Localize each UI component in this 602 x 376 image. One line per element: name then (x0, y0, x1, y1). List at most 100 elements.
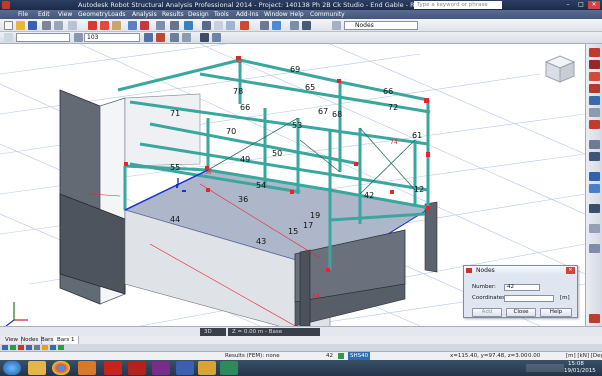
selection-filter-icon[interactable] (74, 33, 83, 42)
menu-add-ins[interactable]: Add-Ins (236, 10, 258, 19)
print-icon[interactable] (42, 21, 51, 30)
bars-tool-icon[interactable] (589, 60, 600, 69)
close-button[interactable]: Close (506, 308, 536, 317)
app-taskbar-icon[interactable] (176, 361, 194, 375)
display-tool-icon[interactable] (589, 244, 600, 253)
view-cube[interactable] (544, 55, 576, 83)
menu-tools[interactable]: Tools (214, 10, 229, 19)
cut-icon[interactable] (88, 21, 97, 30)
selection-combo[interactable]: 103 (84, 33, 140, 42)
panels-tool-icon[interactable] (589, 152, 600, 161)
save-icon[interactable] (28, 21, 37, 30)
number-field[interactable]: 42 (504, 284, 540, 291)
offsets-tool-icon[interactable] (589, 120, 600, 129)
tables-tool-icon[interactable] (589, 224, 600, 233)
display-params-icon[interactable] (200, 33, 209, 42)
view-3d-icon[interactable] (212, 33, 221, 42)
close-icon[interactable]: ✕ (588, 1, 600, 9)
loads-tool-icon[interactable] (589, 172, 600, 181)
menu-results[interactable]: Results (162, 10, 184, 19)
undo-icon[interactable] (128, 21, 137, 30)
clock-time[interactable]: 15:08 (568, 361, 584, 368)
add-button[interactable]: Add (472, 308, 502, 317)
releases-tool-icon[interactable] (589, 108, 600, 117)
selection-type-combo[interactable] (16, 33, 70, 42)
menu-window[interactable]: Window (264, 10, 288, 19)
menu-help[interactable]: Help (290, 10, 304, 19)
explorer-taskbar-icon[interactable] (28, 361, 46, 375)
menu-file[interactable]: File (18, 10, 28, 19)
maximize-icon[interactable]: □ (575, 1, 587, 9)
preview-icon[interactable] (54, 21, 63, 30)
display-option-icon[interactable] (50, 345, 56, 350)
nodes-tool-icon[interactable] (589, 48, 600, 57)
structure-plane-box[interactable]: Z = 0.00 m - Base (228, 328, 320, 336)
delete-icon[interactable] (100, 21, 109, 30)
nodes-dialog-header[interactable]: Nodes ✕ (464, 266, 577, 275)
display-option-icon[interactable] (18, 345, 24, 350)
clock-date[interactable]: 19/01/2015 (564, 368, 596, 375)
display-option-icon[interactable] (42, 345, 48, 350)
autocad-taskbar-icon[interactable] (128, 361, 146, 375)
structure-icon[interactable] (184, 21, 193, 30)
view-layout-combo[interactable]: Nodes (344, 21, 418, 30)
combinations-tool-icon[interactable] (589, 204, 600, 213)
sections-tool-icon[interactable] (589, 84, 600, 93)
measure-icon[interactable] (156, 21, 165, 30)
filter-icon[interactable] (182, 33, 191, 42)
robot-taskbar-icon[interactable] (152, 361, 170, 375)
properties-icon[interactable] (260, 21, 269, 30)
outlook-taskbar-icon[interactable] (78, 361, 96, 375)
menu-design[interactable]: Design (188, 10, 209, 19)
redo-icon[interactable] (140, 21, 149, 30)
load-types-tool-icon[interactable] (589, 184, 600, 193)
menu-loads[interactable]: Loads (108, 10, 126, 19)
display-option-icon[interactable] (26, 345, 32, 350)
menu-community[interactable]: Community (310, 10, 345, 19)
start-button-icon[interactable] (3, 361, 21, 375)
report-icon[interactable] (226, 21, 235, 30)
table-view-icon[interactable] (332, 21, 341, 30)
paste-icon[interactable] (112, 21, 121, 30)
layout-icon[interactable] (240, 21, 249, 30)
new-icon[interactable] (4, 21, 13, 30)
units-status[interactable]: [m] [kN] [Deg] (566, 352, 602, 360)
coordinates-field[interactable] (504, 295, 554, 302)
copy-icon[interactable] (68, 21, 77, 30)
menu-view[interactable]: View (58, 10, 72, 19)
select-all-icon[interactable] (144, 33, 153, 42)
display-option-icon[interactable] (2, 345, 8, 350)
calc-icon[interactable] (202, 21, 211, 30)
grid-icon[interactable] (290, 21, 299, 30)
cables-tool-icon[interactable] (589, 140, 600, 149)
help-button[interactable]: Help (540, 308, 572, 317)
display-icon[interactable] (302, 21, 311, 30)
zoom-window-icon[interactable] (170, 33, 179, 42)
tab-bars-1[interactable]: Bars 1 (54, 336, 79, 344)
minimize-icon[interactable]: – (562, 1, 574, 9)
acrobat-taskbar-icon[interactable] (104, 361, 122, 375)
app-taskbar-icon[interactable] (198, 361, 216, 375)
model-view-icon[interactable] (170, 21, 179, 30)
table-icon[interactable] (214, 21, 223, 30)
menu-edit[interactable]: Edit (38, 10, 50, 19)
open-icon[interactable] (16, 21, 25, 30)
supports-tool-icon[interactable] (589, 72, 600, 81)
menu-analysis[interactable]: Analysis (132, 10, 157, 19)
display-option-icon[interactable] (10, 345, 16, 350)
app-taskbar-icon[interactable] (220, 361, 238, 375)
view-mode-box[interactable]: 3D (200, 328, 226, 336)
help-icon[interactable] (272, 21, 281, 30)
help-search-input[interactable]: Type a keyword or phrase (414, 1, 502, 9)
materials-tool-icon[interactable] (589, 96, 600, 105)
tray-icons[interactable] (526, 364, 564, 372)
dialog-close-icon[interactable]: ✕ (566, 267, 575, 274)
display-option-icon[interactable] (34, 345, 40, 350)
display-option-icon[interactable] (58, 345, 64, 350)
menu-geometry[interactable]: Geometry (78, 10, 108, 19)
select-cursor-icon[interactable] (4, 33, 13, 42)
previous-selection-icon[interactable] (156, 33, 165, 42)
results-tool-icon[interactable] (589, 314, 600, 323)
chrome-taskbar-icon[interactable] (52, 361, 70, 375)
section-status[interactable]: SHS40 (348, 352, 371, 360)
